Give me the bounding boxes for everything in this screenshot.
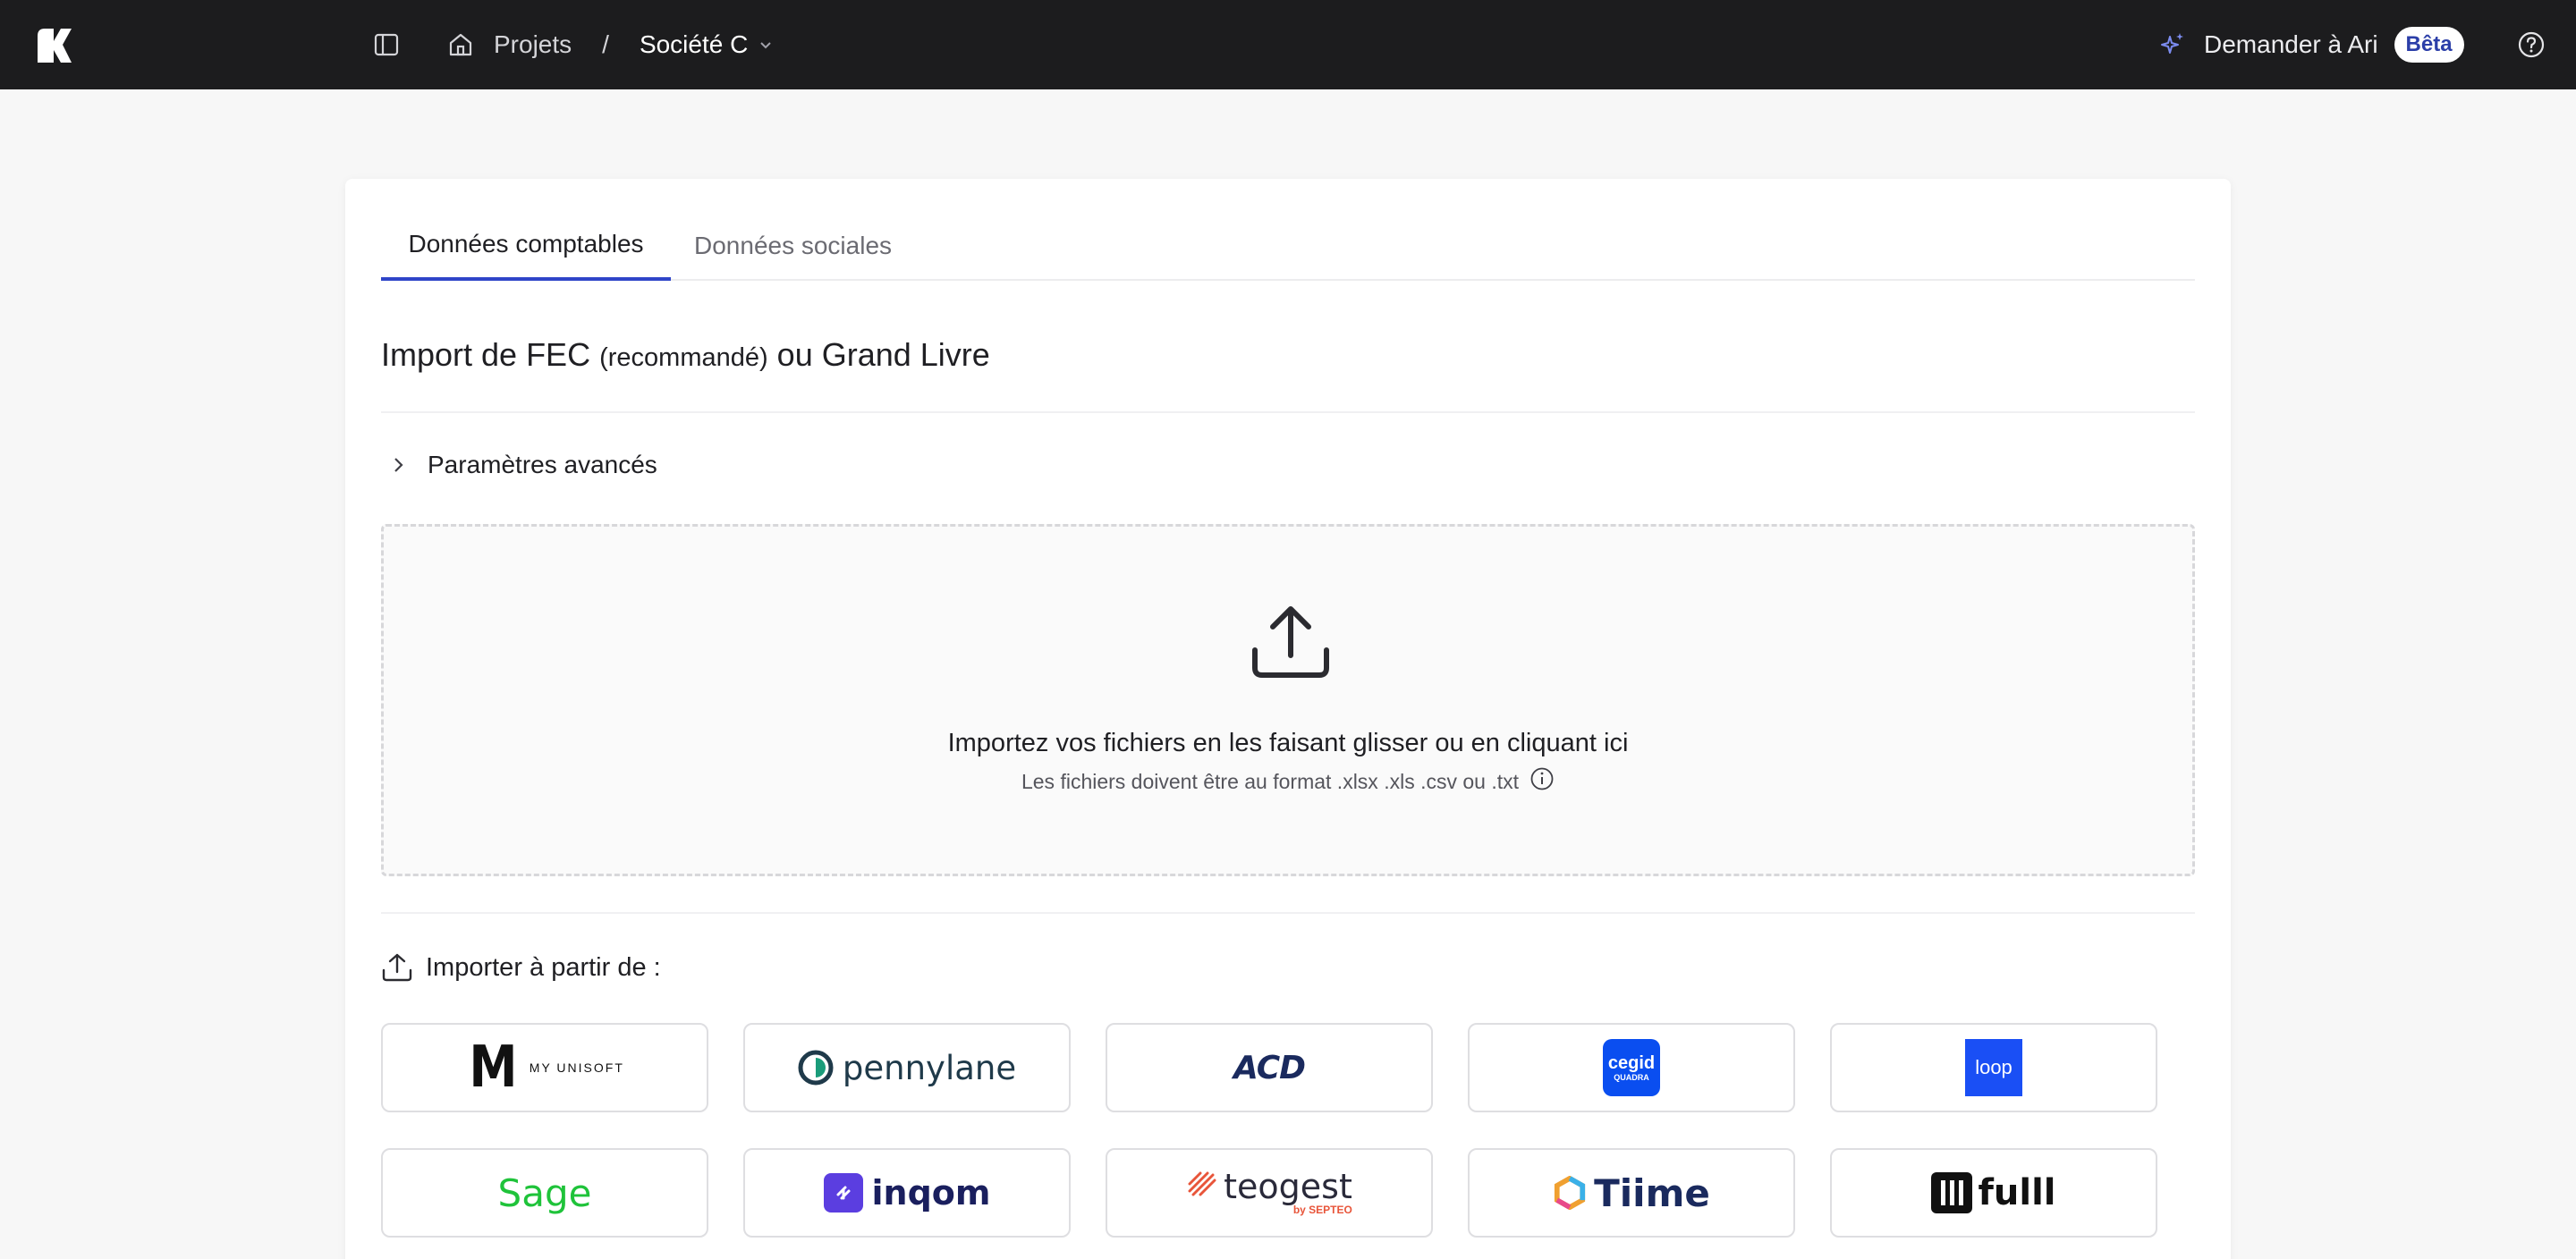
provider-fulll[interactable]: fulll — [1830, 1148, 2157, 1238]
title-main: Import de FEC — [381, 336, 591, 373]
myunisoft-mark: M — [469, 1035, 517, 1101]
section-title: Import de FEC (recommandé) ou Grand Livr… — [381, 336, 990, 374]
fulll-logo-icon — [1931, 1172, 1973, 1213]
provider-cegid[interactable]: cegid QUADRA — [1468, 1023, 1795, 1112]
pennylane-logo-icon — [798, 1050, 834, 1086]
tiime-label: Tiime — [1594, 1170, 1710, 1215]
sidebar-toggle-icon[interactable] — [374, 32, 399, 57]
chevron-right-icon — [394, 458, 403, 472]
fulll-label: fulll — [1978, 1172, 2056, 1213]
chevron-down-icon — [760, 42, 772, 49]
import-card: Données comptables Données sociales Impo… — [345, 179, 2231, 1259]
cegid-logo: cegid QUADRA — [1603, 1039, 1660, 1096]
import-from-heading: Importer à partir de : — [381, 951, 661, 984]
breadcrumb-projects-link[interactable]: Projets — [494, 30, 572, 59]
cegid-sub: QUADRA — [1614, 1073, 1649, 1082]
provider-loop[interactable]: loop — [1830, 1023, 2157, 1112]
sage-label: Sage — [497, 1170, 592, 1215]
upload-icon — [1252, 606, 1329, 678]
info-icon[interactable] — [1530, 766, 1555, 791]
provider-tiime[interactable]: Tiime — [1468, 1148, 1795, 1238]
file-dropzone[interactable]: Importez vos fichiers en les faisant gli… — [381, 524, 2195, 876]
top-navigation-bar: Projets / Société C Demander à Ari Bêta — [0, 0, 2576, 89]
acd-label: ACD — [1233, 1049, 1306, 1086]
data-type-tabs: Données comptables Données sociales — [381, 215, 2195, 281]
provider-myunisoft[interactable]: M MY UNISOFT — [381, 1023, 708, 1112]
title-note: (recommandé) — [599, 343, 768, 372]
divider — [381, 411, 2195, 413]
tiime-logo-icon — [1555, 1176, 1586, 1210]
help-icon[interactable] — [2517, 30, 2546, 59]
divider — [381, 912, 2195, 914]
provider-teogest[interactable]: teogest by SEPTEO — [1106, 1148, 1433, 1238]
pennylane-label: pennylane — [842, 1048, 1017, 1087]
inqom-logo-icon — [823, 1173, 863, 1213]
home-icon[interactable] — [447, 31, 474, 58]
company-name: Société C — [639, 30, 749, 58]
app-logo-icon[interactable] — [36, 27, 73, 64]
breadcrumb: Projets / Société C — [447, 0, 775, 89]
provider-sage[interactable]: Sage — [381, 1148, 708, 1238]
beta-badge: Bêta — [2394, 27, 2464, 63]
ask-ari-label: Demander à Ari — [2204, 30, 2378, 58]
loop-logo: loop — [1965, 1039, 2022, 1096]
teogest-logo-icon — [1188, 1171, 1216, 1196]
sparkle-icon — [2161, 33, 2183, 54]
tab-social-data[interactable]: Données sociales — [694, 215, 927, 281]
teogest-wordmark: teogest by SEPTEO — [1224, 1170, 1352, 1216]
provider-inqom[interactable]: inqom — [743, 1148, 1071, 1238]
company-selector[interactable]: Société C — [640, 30, 775, 59]
ask-ari-button[interactable]: Demander à Ari Bêta — [2157, 0, 2464, 89]
teogest-sub: by SEPTEO — [1292, 1204, 1352, 1216]
inqom-mark-icon — [836, 1186, 850, 1200]
dropzone-format-info: Les fichiers doivent être au format .xls… — [384, 767, 2192, 794]
inqom-label: inqom — [871, 1173, 991, 1213]
loop-label: loop — [1975, 1056, 2012, 1078]
upload-icon — [382, 953, 412, 982]
provider-pennylane[interactable]: pennylane — [743, 1023, 1071, 1112]
breadcrumb-separator: / — [602, 30, 609, 58]
dropzone-main-text: Importez vos fichiers en les faisant gli… — [947, 729, 1629, 757]
import-from-label: Importer à partir de : — [426, 952, 661, 982]
advanced-settings-toggle[interactable]: Paramètres avancés — [388, 451, 657, 479]
advanced-settings-label: Paramètres avancés — [428, 451, 657, 478]
myunisoft-label: MY UNISOFT — [529, 1060, 624, 1075]
tab-accounting-data[interactable]: Données comptables — [381, 215, 671, 281]
provider-acd[interactable]: ACD — [1106, 1023, 1433, 1112]
cegid-label: cegid — [1607, 1053, 1656, 1073]
dropzone-sub-text: Les fichiers doivent être au format .xls… — [1021, 770, 1520, 793]
teogest-label: teogest — [1224, 1167, 1352, 1206]
title-end: ou Grand Livre — [776, 336, 990, 373]
